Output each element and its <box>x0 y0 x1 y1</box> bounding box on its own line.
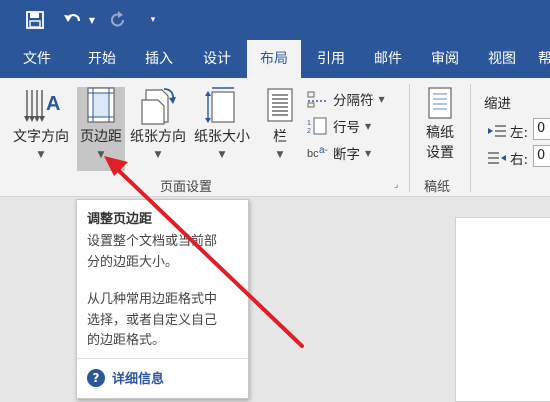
manuscript-label-line1: 稿纸 <box>426 125 454 141</box>
chevron-down-icon: ▼ <box>378 94 385 104</box>
svg-text:2: 2 <box>307 128 311 135</box>
tooltip-title: 调整页边距 <box>87 212 153 227</box>
tab-view[interactable]: 视图 <box>477 40 527 78</box>
tab-home[interactable]: 开始 <box>77 40 127 78</box>
columns-label: 栏 <box>273 129 287 145</box>
dialog-launcher-icon[interactable]: ⌟ <box>394 180 398 190</box>
tab-help[interactable]: 帮 <box>530 40 550 78</box>
chevron-down-icon: ▼ <box>365 121 372 131</box>
tab-mailings[interactable]: 邮件 <box>363 40 413 78</box>
margins-label: 页边距 <box>80 129 122 145</box>
hyphenation-button[interactable]: bc a- 断字 ▼ <box>306 143 371 163</box>
chevron-down-icon: ▼ <box>154 150 162 160</box>
text-direction-label: 文字方向 <box>13 129 69 145</box>
chevron-down-icon: ▼ <box>218 150 226 160</box>
tooltip-divider <box>77 358 248 359</box>
tooltip-more-info-link[interactable]: ? 详细信息 <box>87 368 164 387</box>
group-divider <box>409 84 410 192</box>
svg-text:a-: a- <box>319 145 328 156</box>
chevron-down-icon: ▼ <box>37 150 45 160</box>
tooltip-text-line: 的边距格式。 <box>87 333 166 348</box>
tooltip-text-line: 选择，或者自定义自己 <box>87 312 218 328</box>
redo-icon[interactable] <box>106 8 130 32</box>
tab-review[interactable]: 审阅 <box>420 40 470 78</box>
svg-text:bc: bc <box>307 148 319 160</box>
size-label: 纸张大小 <box>194 129 250 145</box>
chevron-down-icon: ▼ <box>97 150 105 160</box>
tooltip-description-1: 设置整个文档或当前部 分的边距大小。 <box>87 232 243 273</box>
document-page[interactable] <box>455 217 550 402</box>
margins-tooltip: 调整页边距 设置整个文档或当前部 分的边距大小。 从几种常用边距格式中 选择，或… <box>76 199 249 399</box>
breaks-icon <box>307 91 328 108</box>
tooltip-text-line: 设置整个文档或当前部 <box>87 234 218 249</box>
svg-text:1: 1 <box>307 120 311 127</box>
size-button[interactable]: 纸张大小 ▼ <box>190 86 254 160</box>
help-icon: ? <box>87 368 105 387</box>
hyphenation-icon: bc a- <box>307 145 328 160</box>
page-size-icon <box>205 87 235 123</box>
chevron-down-icon: ▼ <box>365 148 372 158</box>
manuscript-icon <box>428 87 452 119</box>
indent-left-label: 左: <box>510 125 529 141</box>
indent-right-label: 右: <box>510 152 529 168</box>
tab-file[interactable]: 文件 <box>12 40 62 78</box>
customize-qat-icon[interactable]: ▾ <box>146 8 160 32</box>
orientation-label: 纸张方向 <box>130 129 186 145</box>
save-icon[interactable] <box>22 8 48 32</box>
columns-button[interactable]: 栏 ▼ <box>260 86 300 160</box>
manuscript-group-label: 稿纸 <box>424 180 451 195</box>
tab-references[interactable]: 引用 <box>306 40 356 78</box>
margins-button[interactable]: 页边距 ▼ <box>77 86 125 160</box>
indent-left-input[interactable]: 0 <box>533 118 550 140</box>
manuscript-label-line2: 设置 <box>426 145 454 161</box>
text-direction-button[interactable]: A 文字方向 ▼ <box>8 86 74 160</box>
margins-icon <box>87 87 115 123</box>
undo-dropdown-icon[interactable]: ▼ <box>86 8 98 32</box>
hyphenation-label: 断字 <box>333 147 360 163</box>
line-numbers-label: 行号 <box>333 120 360 136</box>
indent-right-row: 右: <box>487 148 528 168</box>
breaks-label: 分隔符 <box>333 93 374 109</box>
tooltip-text-line: 从几种常用边距格式中 <box>87 292 218 307</box>
indent-label: 缩进 <box>484 96 511 112</box>
manuscript-settings-button[interactable]: 稿纸 设置 <box>418 86 462 162</box>
text-direction-icon: A <box>24 90 60 122</box>
tooltip-text-line: 分的边距大小。 <box>87 254 179 270</box>
indent-right-input[interactable]: 0 <box>533 145 550 167</box>
svg-text:A: A <box>46 93 60 115</box>
chevron-down-icon: ▼ <box>276 150 284 160</box>
indent-right-icon <box>488 152 506 164</box>
tooltip-description-2: 从几种常用边距格式中 选择，或者自定义自己 的边距格式。 <box>87 290 243 352</box>
group-divider <box>470 84 471 192</box>
tab-design[interactable]: 设计 <box>192 40 242 78</box>
tab-layout[interactable]: 布局 <box>247 40 301 78</box>
page-setup-group-label: 页面设置 <box>160 180 213 195</box>
indent-left-row: 左: <box>487 121 528 141</box>
orientation-button[interactable]: 纸张方向 ▼ <box>127 86 189 160</box>
indent-left-icon <box>488 125 506 137</box>
line-numbers-icon: 12 <box>307 117 327 135</box>
breaks-button[interactable]: 分隔符 ▼ <box>306 89 385 109</box>
undo-icon[interactable] <box>60 8 86 32</box>
orientation-icon <box>141 88 176 125</box>
tab-insert[interactable]: 插入 <box>134 40 184 78</box>
line-numbers-button[interactable]: 12 行号 ▼ <box>306 116 371 136</box>
more-info-label: 详细信息 <box>112 372 165 387</box>
columns-icon <box>267 88 293 122</box>
